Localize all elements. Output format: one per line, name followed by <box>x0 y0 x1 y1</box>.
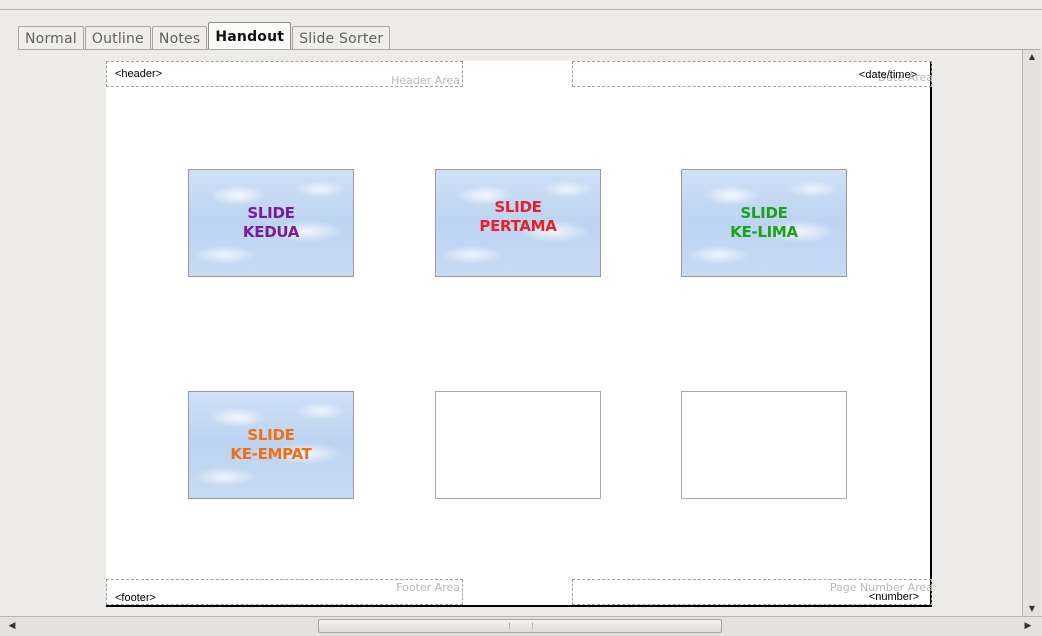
tab-slide-sorter[interactable]: Slide Sorter <box>292 26 391 50</box>
slide-2-title-line1: SLIDE <box>494 198 542 216</box>
handout-page[interactable]: <header> Header Area Date Area <date/tim… <box>106 61 933 607</box>
slide-placeholder-5[interactable] <box>435 391 601 499</box>
tab-handout[interactable]: Handout <box>208 22 292 50</box>
slide-thumbnail-3[interactable]: SLIDE KE-LIMA <box>681 169 847 277</box>
page-number-field: <number> <box>868 591 919 603</box>
slide-1-title-line1: SLIDE <box>247 204 295 222</box>
slide-4-title-line2: KE-EMPAT <box>230 445 312 463</box>
page-number-area[interactable]: Page Number Area <number> <box>572 579 933 605</box>
arrow-down-icon[interactable]: ▼ <box>1023 602 1041 616</box>
horizontal-scroll-thumb[interactable] <box>318 619 722 633</box>
scroll-grip-icon <box>509 623 533 629</box>
slide-4-title-line1: SLIDE <box>247 426 295 444</box>
handout-workspace: <header> Header Area Date Area <date/tim… <box>18 50 1022 616</box>
header-field: <header> <box>115 68 163 80</box>
slide-2-title-line2: PERTAMA <box>479 217 557 235</box>
slide-3-title-line1: SLIDE <box>740 204 788 222</box>
header-area[interactable]: <header> Header Area <box>106 61 463 87</box>
tab-outline[interactable]: Outline <box>84 26 151 50</box>
arrow-right-icon[interactable]: ▶ <box>1020 617 1036 636</box>
slide-3-title-line2: KE-LIMA <box>730 223 798 241</box>
tab-notes[interactable]: Notes <box>151 26 208 50</box>
header-area-label: Header Area <box>391 74 460 87</box>
arrow-up-icon[interactable]: ▲ <box>1023 50 1041 64</box>
slide-placeholder-6[interactable] <box>681 391 847 499</box>
date-area[interactable]: Date Area <date/time> <box>572 61 933 87</box>
slide-thumbnail-4[interactable]: SLIDE KE-EMPAT <box>188 391 354 499</box>
horizontal-scrollbar[interactable]: ◀ ▶ <box>0 616 1042 636</box>
slide-1-title-line2: KEDUA <box>242 223 300 241</box>
footer-field: <footer> <box>115 592 156 604</box>
arrow-left-icon[interactable]: ◀ <box>4 617 20 636</box>
slide-thumbnail-2[interactable]: SLIDE PERTAMA <box>435 169 601 277</box>
footer-area-label: Footer Area <box>396 581 460 594</box>
footer-area[interactable]: Footer Area <footer> <box>106 579 463 605</box>
slide-thumbnail-1[interactable]: SLIDE KEDUA <box>188 169 354 277</box>
window-top-edge <box>0 0 1042 10</box>
tab-normal[interactable]: Normal <box>18 26 84 50</box>
date-field: <date/time> <box>858 69 917 81</box>
vertical-scrollbar[interactable]: ▲ ▼ <box>1022 50 1041 616</box>
view-tabs: Normal Outline Notes Handout Slide Sorte… <box>18 22 391 50</box>
